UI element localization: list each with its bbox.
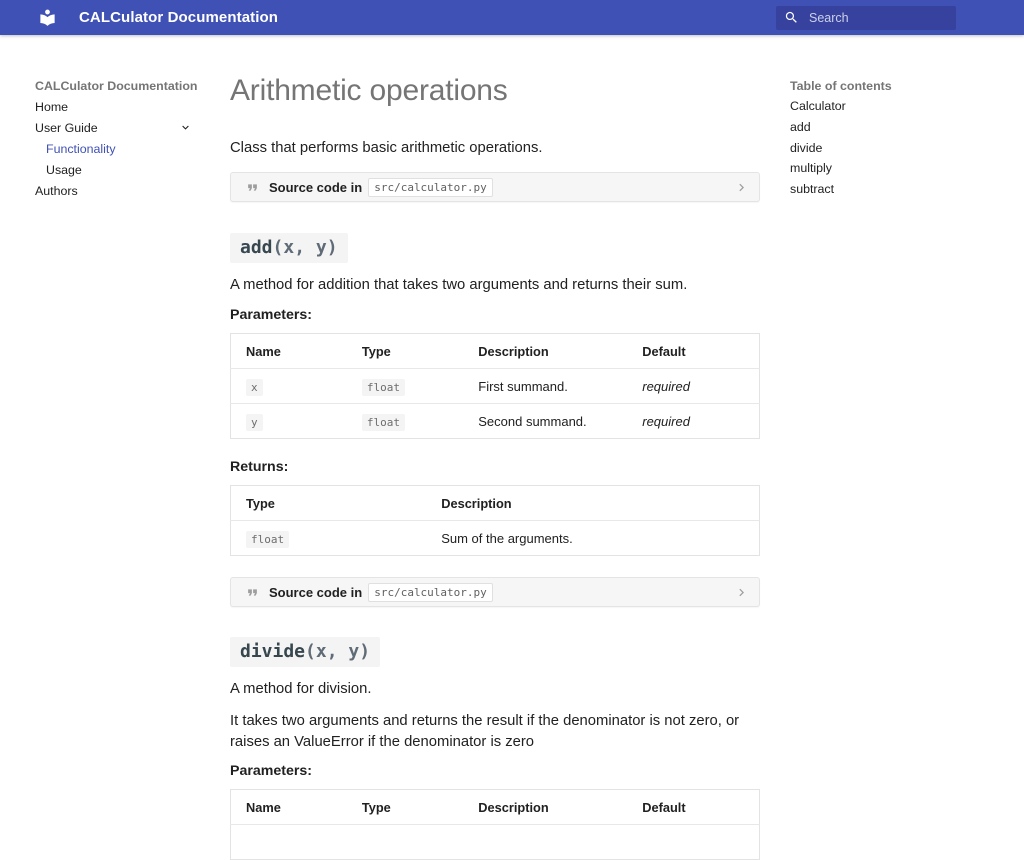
add-description: A method for addition that takes two arg… (230, 275, 760, 296)
sidebar-item-label: Functionality (46, 142, 116, 156)
toc-item-label: add (790, 120, 811, 134)
col-header-type: Type (347, 334, 463, 369)
toc-item-label: Calculator (790, 99, 846, 113)
toc-item-calculator[interactable]: Calculator (790, 96, 990, 117)
sidebar-item-label: Home (35, 100, 68, 114)
chevron-right-icon[interactable] (734, 180, 749, 195)
sidebar-item-authors[interactable]: Authors (35, 180, 220, 201)
param-type-cell: float (347, 404, 463, 439)
add-parameters-table: Name Type Description Default x float Fi… (230, 333, 760, 439)
col-header-description: Description (463, 334, 627, 369)
chevron-down-icon[interactable] (179, 121, 192, 134)
table-header-row: Name Type Description Default (231, 790, 760, 825)
toc-item-multiply[interactable]: multiply (790, 158, 990, 179)
param-type-cell: float (347, 369, 463, 404)
sidebar-item-user-guide[interactable]: User Guide (35, 117, 220, 138)
param-desc-cell: Second summand. (463, 404, 627, 439)
toc-item-subtract[interactable]: subtract (790, 179, 990, 200)
table-row: x float First summand. required (231, 369, 760, 404)
parameters-label: Parameters: (230, 307, 760, 323)
divide-parameters-table: Name Type Description Default (230, 789, 760, 860)
col-header-default: Default (627, 790, 759, 825)
param-desc-cell: First summand. (463, 369, 627, 404)
table-header-row: Name Type Description Default (231, 334, 760, 369)
table-row: y float Second summand. required (231, 404, 760, 439)
col-header-type: Type (347, 790, 463, 825)
col-header-default: Default (627, 334, 759, 369)
sidebar-item-label: User Guide (35, 121, 98, 135)
param-desc-cell (463, 825, 627, 860)
app-header: CALCulator Documentation (0, 0, 1024, 35)
toc-item-label: divide (790, 141, 822, 155)
source-code-details-add-method[interactable]: Source code in src/calculator.py (230, 577, 760, 607)
param-name-cell: y (231, 404, 347, 439)
local-library-icon[interactable] (38, 8, 57, 27)
sidebar-item-label: Authors (35, 184, 78, 198)
param-name-cell (231, 825, 347, 860)
param-default-cell: required (627, 369, 759, 404)
main-content: Arithmetic operations Class that perform… (230, 35, 760, 860)
sidebar-site-title: CALCulator Documentation (35, 75, 220, 96)
format-quote-icon (241, 585, 269, 600)
param-type-cell (347, 825, 463, 860)
parameters-label: Parameters: (230, 763, 760, 779)
divide-description-2: It takes two arguments and returns the r… (230, 711, 760, 753)
code-chip: float (362, 379, 405, 396)
format-quote-icon (241, 180, 269, 195)
method-signature-divide: divide(x, y) (230, 637, 380, 667)
col-header-description: Description (463, 790, 627, 825)
table-row: float Sum of the arguments. (231, 521, 760, 556)
param-default-cell (627, 825, 759, 860)
param-name-cell: x (231, 369, 347, 404)
method-name: divide (240, 641, 305, 662)
details-label: Source code in (269, 180, 362, 195)
code-chip: y (246, 414, 263, 431)
code-chip: float (362, 414, 405, 431)
sidebar-item-functionality[interactable]: Functionality (35, 138, 220, 159)
chevron-right-icon[interactable] (734, 585, 749, 600)
search-box[interactable] (776, 6, 956, 30)
col-header-type: Type (231, 486, 427, 521)
intro-paragraph: Class that performs basic arithmetic ope… (230, 138, 760, 159)
source-path-chip: src/calculator.py (368, 583, 493, 602)
method-signature-add: add(x, y) (230, 233, 348, 263)
method-args: (x, y) (305, 641, 370, 662)
code-chip: float (246, 531, 289, 548)
table-row (231, 825, 760, 860)
search-icon (784, 10, 799, 25)
source-path-chip: src/calculator.py (368, 178, 493, 197)
col-header-name: Name (231, 334, 347, 369)
toc-item-add[interactable]: add (790, 117, 990, 138)
method-name: add (240, 237, 273, 258)
return-type-cell: float (231, 521, 427, 556)
code-chip: x (246, 379, 263, 396)
col-header-name: Name (231, 790, 347, 825)
sidebar-nav: CALCulator Documentation Home User Guide… (35, 75, 220, 201)
return-desc-cell: Sum of the arguments. (426, 521, 759, 556)
app-title: CALCulator Documentation (79, 9, 278, 26)
toc-item-label: subtract (790, 182, 834, 196)
source-code-details-add-class[interactable]: Source code in src/calculator.py (230, 172, 760, 202)
sidebar-item-label: Usage (46, 163, 82, 177)
returns-label: Returns: (230, 459, 760, 475)
param-default-cell: required (627, 404, 759, 439)
method-args: (x, y) (273, 237, 338, 258)
divide-description-1: A method for division. (230, 679, 760, 700)
toc-item-divide[interactable]: divide (790, 137, 990, 158)
search-input[interactable] (809, 11, 929, 25)
header-left: CALCulator Documentation (0, 8, 278, 27)
col-header-description: Description (426, 486, 759, 521)
sidebar-item-usage[interactable]: Usage (35, 159, 220, 180)
sidebar-item-home[interactable]: Home (35, 96, 220, 117)
toc-title: Table of contents (790, 75, 990, 96)
page-title: Arithmetic operations (230, 72, 760, 110)
details-label: Source code in (269, 585, 362, 600)
add-returns-table: Type Description float Sum of the argume… (230, 485, 760, 556)
table-of-contents: Table of contents Calculator add divide … (790, 75, 990, 199)
toc-item-label: multiply (790, 161, 832, 175)
table-header-row: Type Description (231, 486, 760, 521)
